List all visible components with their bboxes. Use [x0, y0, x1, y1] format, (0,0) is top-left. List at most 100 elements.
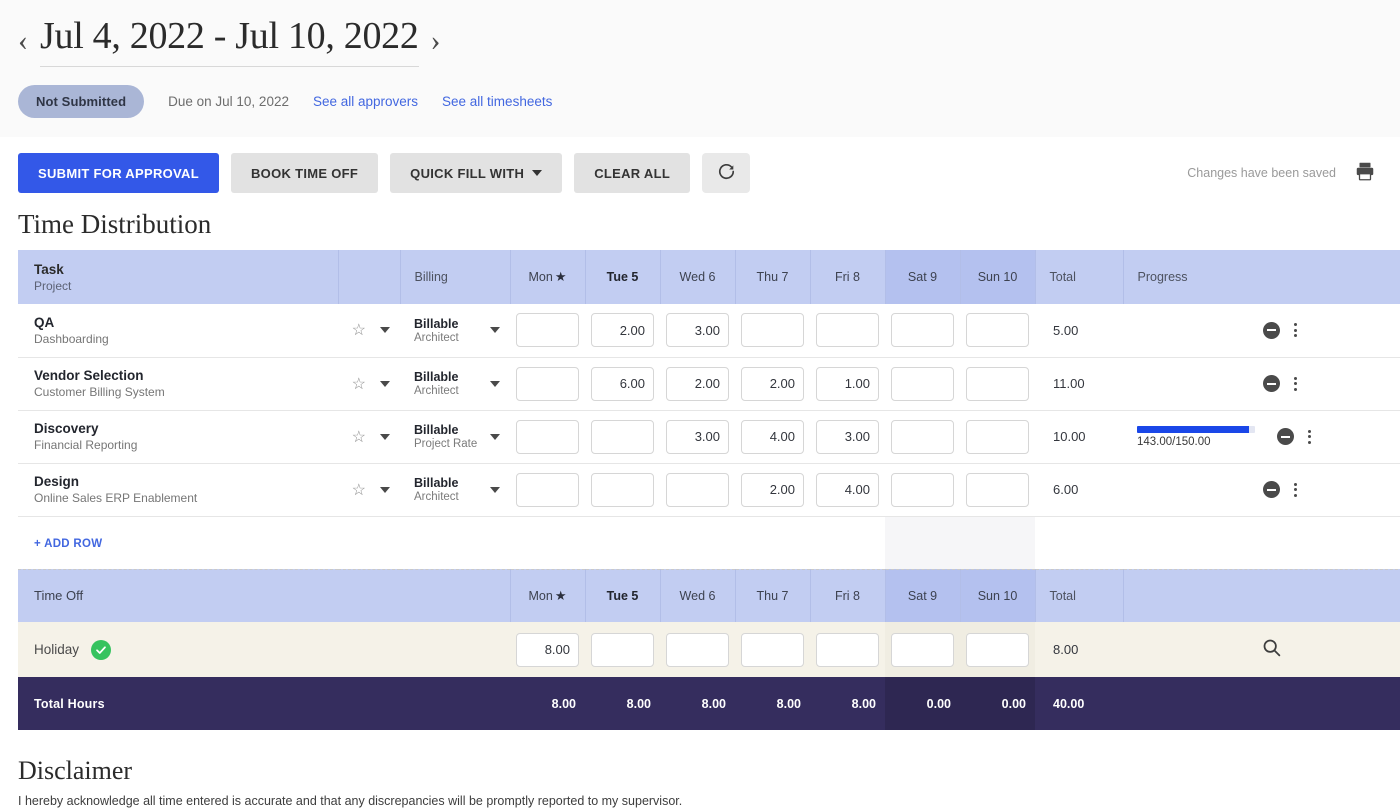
chevron-right-icon[interactable]: › — [431, 26, 441, 56]
hour-input[interactable] — [891, 473, 954, 507]
chevron-down-icon[interactable] — [380, 487, 390, 493]
hour-cell-tue[interactable] — [585, 304, 660, 357]
hour-cell-sun[interactable] — [960, 410, 1035, 463]
hour-cell-fri[interactable] — [810, 357, 885, 410]
task-cell[interactable]: Discovery Financial Reporting — [18, 410, 338, 463]
see-all-approvers-link[interactable]: See all approvers — [313, 94, 418, 109]
hour-input[interactable] — [891, 633, 954, 667]
holiday-hour-wed[interactable] — [660, 622, 735, 677]
hour-cell-fri[interactable] — [810, 463, 885, 516]
remove-row-icon[interactable] — [1263, 375, 1280, 392]
refresh-button[interactable] — [702, 153, 750, 193]
hour-cell-thu[interactable] — [735, 410, 810, 463]
hour-cell-mon[interactable] — [510, 304, 585, 357]
hour-cell-sat[interactable] — [885, 304, 960, 357]
hour-cell-sun[interactable] — [960, 357, 1035, 410]
remove-row-icon[interactable] — [1263, 481, 1280, 498]
clear-all-button[interactable]: CLEAR ALL — [574, 153, 690, 193]
hour-input[interactable] — [966, 473, 1029, 507]
hour-cell-sun[interactable] — [960, 463, 1035, 516]
chevron-down-icon[interactable] — [380, 434, 390, 440]
hour-input[interactable] — [741, 420, 804, 454]
chevron-left-icon[interactable]: ‹ — [18, 26, 28, 56]
hour-input[interactable] — [591, 313, 654, 347]
hour-input[interactable] — [591, 420, 654, 454]
row-menu-icon[interactable] — [1292, 481, 1299, 499]
chevron-down-icon[interactable] — [380, 327, 390, 333]
hour-input[interactable] — [816, 420, 879, 454]
favorite-star-icon[interactable]: ☆ — [352, 480, 366, 500]
print-icon[interactable] — [1354, 160, 1376, 187]
chevron-down-icon[interactable] — [490, 327, 500, 333]
hour-input[interactable] — [666, 420, 729, 454]
billing-cell[interactable]: Billable Project Rate — [400, 410, 510, 463]
hour-cell-tue[interactable] — [585, 410, 660, 463]
holiday-hour-thu[interactable] — [735, 622, 810, 677]
billing-cell[interactable]: Billable Architect — [400, 304, 510, 357]
holiday-hour-mon[interactable] — [510, 622, 585, 677]
hour-input[interactable] — [891, 420, 954, 454]
chevron-down-icon[interactable] — [490, 381, 500, 387]
hour-input[interactable] — [741, 633, 804, 667]
hour-input[interactable] — [666, 633, 729, 667]
holiday-hour-fri[interactable] — [810, 622, 885, 677]
hour-input[interactable] — [591, 367, 654, 401]
add-row-cell[interactable]: + ADD ROW — [18, 516, 510, 569]
chevron-down-icon[interactable] — [490, 487, 500, 493]
hour-input[interactable] — [666, 367, 729, 401]
book-time-off-button[interactable]: BOOK TIME OFF — [231, 153, 378, 193]
hour-input[interactable] — [516, 367, 579, 401]
hour-cell-mon[interactable] — [510, 463, 585, 516]
favorite-star-icon[interactable]: ☆ — [352, 320, 366, 340]
holiday-hour-tue[interactable] — [585, 622, 660, 677]
hour-input[interactable] — [591, 473, 654, 507]
hour-cell-wed[interactable] — [660, 304, 735, 357]
hour-input[interactable] — [966, 633, 1029, 667]
task-cell[interactable]: Vendor Selection Customer Billing System — [18, 357, 338, 410]
date-range-label[interactable]: Jul 4, 2022 - Jul 10, 2022 — [40, 14, 419, 67]
search-icon[interactable] — [1261, 645, 1282, 662]
hour-cell-tue[interactable] — [585, 357, 660, 410]
see-all-timesheets-link[interactable]: See all timesheets — [442, 94, 552, 109]
add-row-link[interactable]: + ADD ROW — [18, 538, 102, 550]
favorite-star-icon[interactable]: ☆ — [352, 427, 366, 447]
hour-cell-sat[interactable] — [885, 357, 960, 410]
hour-input[interactable] — [591, 633, 654, 667]
chevron-down-icon[interactable] — [380, 381, 390, 387]
hour-cell-thu[interactable] — [735, 463, 810, 516]
quick-fill-with-button[interactable]: QUICK FILL WITH — [390, 153, 562, 193]
hour-cell-thu[interactable] — [735, 304, 810, 357]
hour-cell-fri[interactable] — [810, 410, 885, 463]
hour-input[interactable] — [516, 473, 579, 507]
hour-cell-wed[interactable] — [660, 357, 735, 410]
remove-row-icon[interactable] — [1277, 428, 1294, 445]
hour-input[interactable] — [741, 473, 804, 507]
hour-cell-sat[interactable] — [885, 410, 960, 463]
chevron-down-icon[interactable] — [490, 434, 500, 440]
hour-cell-tue[interactable] — [585, 463, 660, 516]
hour-cell-sat[interactable] — [885, 463, 960, 516]
row-menu-icon[interactable] — [1292, 375, 1299, 393]
hour-input[interactable] — [516, 313, 579, 347]
hour-input[interactable] — [816, 313, 879, 347]
hour-input[interactable] — [966, 420, 1029, 454]
hour-input[interactable] — [891, 313, 954, 347]
hour-input[interactable] — [666, 313, 729, 347]
hour-cell-mon[interactable] — [510, 410, 585, 463]
hour-input[interactable] — [816, 473, 879, 507]
hour-input[interactable] — [966, 313, 1029, 347]
billing-cell[interactable]: Billable Architect — [400, 463, 510, 516]
hour-cell-sun[interactable] — [960, 304, 1035, 357]
hour-input[interactable] — [516, 633, 579, 667]
hour-cell-thu[interactable] — [735, 357, 810, 410]
holiday-hour-sat[interactable] — [885, 622, 960, 677]
hour-cell-wed[interactable] — [660, 410, 735, 463]
hour-input[interactable] — [891, 367, 954, 401]
hour-input[interactable] — [816, 633, 879, 667]
hour-input[interactable] — [741, 367, 804, 401]
hour-cell-wed[interactable] — [660, 463, 735, 516]
row-menu-icon[interactable] — [1292, 321, 1299, 339]
holiday-hour-sun[interactable] — [960, 622, 1035, 677]
hour-cell-fri[interactable] — [810, 304, 885, 357]
hour-input[interactable] — [666, 473, 729, 507]
